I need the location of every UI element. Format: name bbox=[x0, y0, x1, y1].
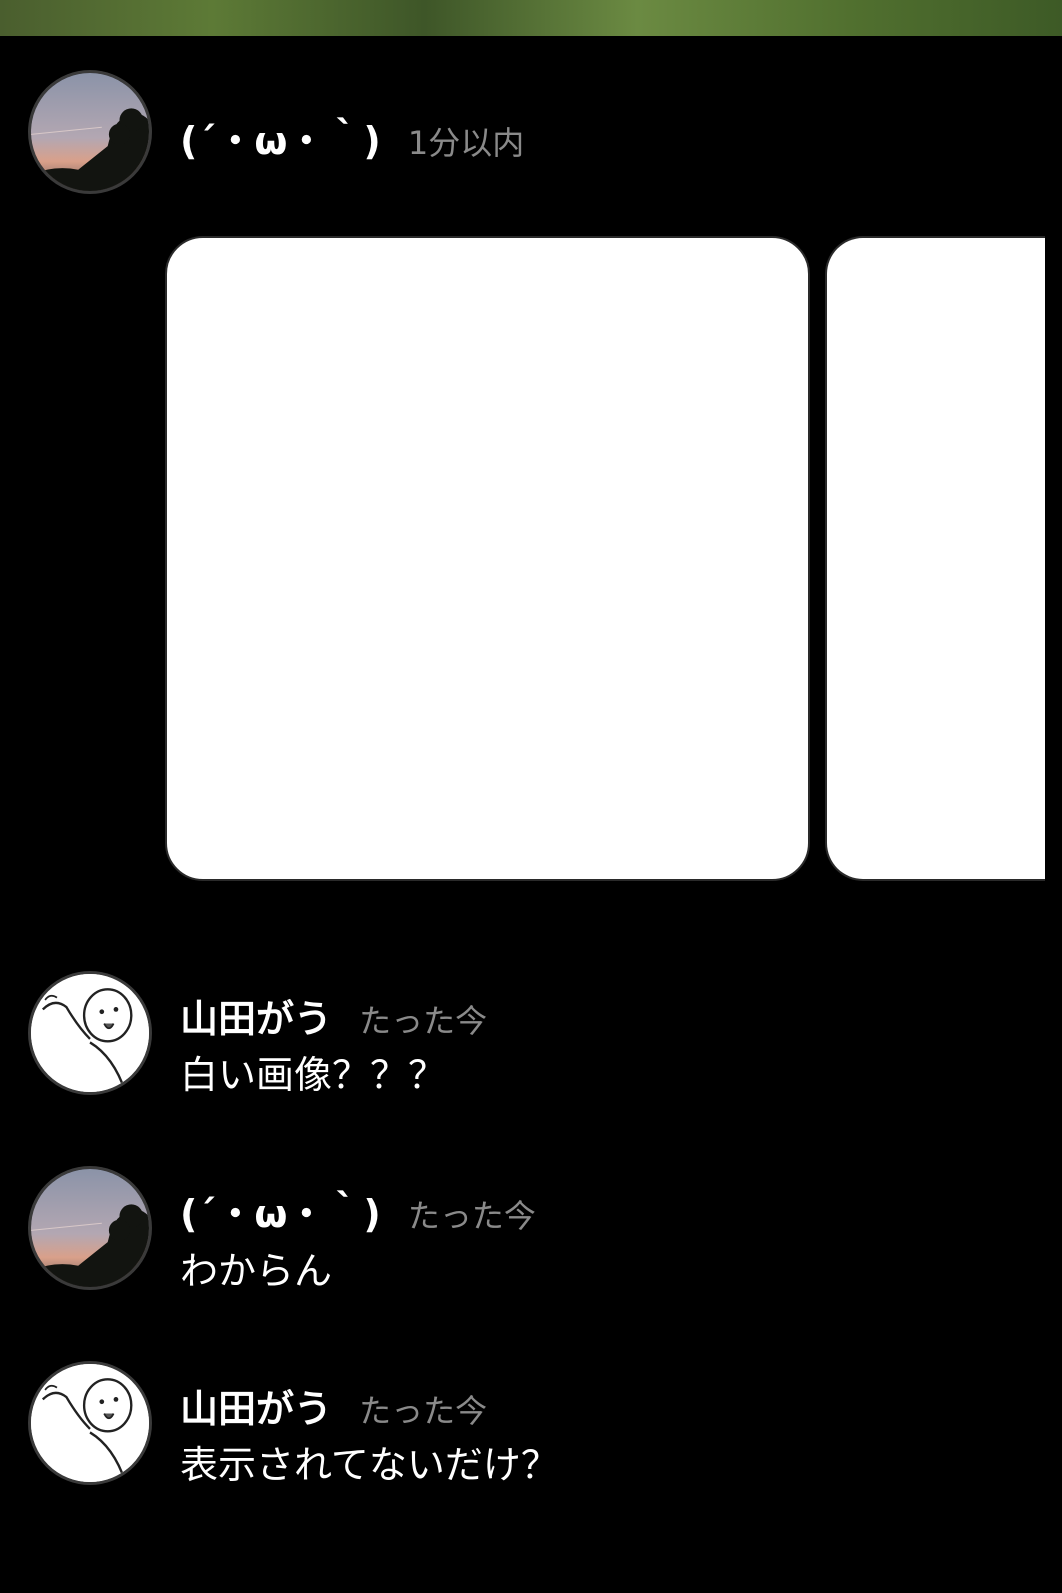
message-header: 山田がう たった今 bbox=[180, 988, 487, 1043]
cartoon-character-avatar-icon[interactable] bbox=[28, 971, 152, 1095]
timestamp: 1分以内 bbox=[407, 124, 525, 162]
post-header: (´・ω・｀) 1分以内 bbox=[180, 110, 524, 165]
image-attachment[interactable] bbox=[825, 236, 1045, 881]
image-attachment[interactable] bbox=[165, 236, 810, 881]
message-text: わからん bbox=[180, 1249, 333, 1293]
timestamp: たった今 bbox=[407, 1197, 536, 1235]
username[interactable]: 山田がう bbox=[180, 997, 332, 1041]
message-text: 白い画像？？？ bbox=[180, 1053, 447, 1097]
timestamp: たった今 bbox=[359, 1392, 488, 1430]
sunset-tree-avatar-icon[interactable] bbox=[28, 70, 152, 194]
sunset-tree-avatar-icon[interactable] bbox=[28, 1166, 152, 1290]
timestamp: たった今 bbox=[359, 1002, 488, 1040]
message-header: (´・ω・｀) たった今 bbox=[180, 1183, 536, 1238]
header-banner-image bbox=[0, 0, 1062, 36]
message-header: 山田がう たった今 bbox=[180, 1378, 487, 1433]
username[interactable]: (´・ω・｀) bbox=[180, 119, 381, 163]
username[interactable]: (´・ω・｀) bbox=[180, 1192, 381, 1236]
cartoon-character-avatar-icon[interactable] bbox=[28, 1361, 152, 1485]
message-text: 表示されてないだけ？ bbox=[180, 1443, 559, 1487]
username[interactable]: 山田がう bbox=[180, 1387, 332, 1431]
